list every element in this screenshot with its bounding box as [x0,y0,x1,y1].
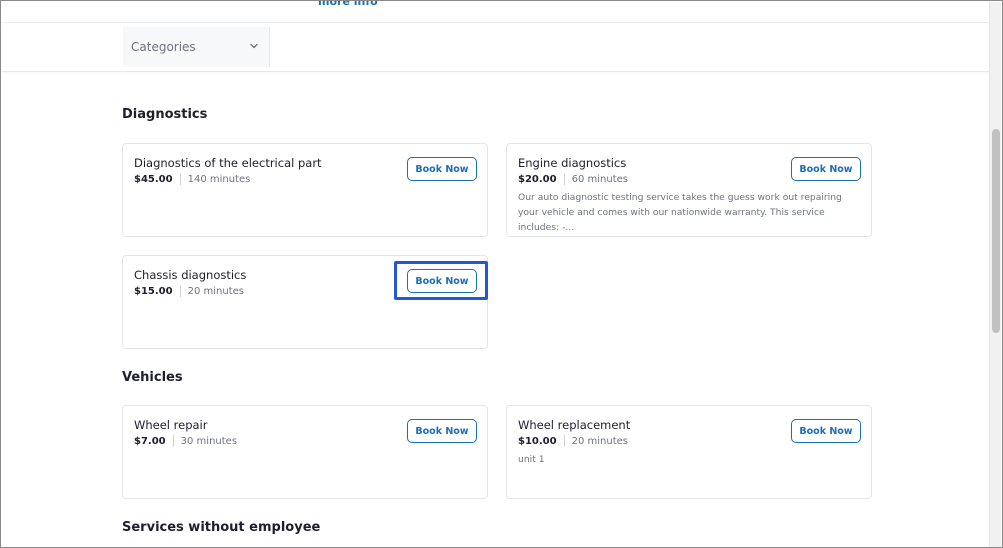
chevron-down-icon [247,39,261,53]
section-title-services-without-employee: Services without employee [122,520,321,535]
service-card: Wheel replacement $10.00 20 minutes unit… [506,405,872,499]
divider [172,435,174,447]
service-card: Engine diagnostics $20.00 60 minutes Our… [506,143,872,237]
service-duration: 30 minutes [180,435,238,447]
more-info-link[interactable]: more info [318,1,378,8]
service-title: Wheel repair [134,418,208,432]
section-title-diagnostics: Diagnostics [122,107,208,122]
service-meta: $7.00 30 minutes [134,435,237,447]
service-card: Chassis diagnostics $15.00 20 minutes Bo… [122,255,488,349]
book-now-button[interactable]: Book Now [791,157,861,181]
service-price: $7.00 [134,435,166,447]
service-title: Wheel replacement [518,418,631,432]
service-card: Wheel repair $7.00 30 minutes Book Now [122,405,488,499]
service-price: $10.00 [518,435,557,447]
service-description: unit 1 [518,454,545,465]
categories-label: Categories [131,40,196,54]
divider [563,435,565,447]
service-price: $20.00 [518,173,557,185]
book-now-button[interactable]: Book Now [407,269,477,293]
book-now-button[interactable]: Book Now [791,419,861,443]
service-description: Our auto diagnostic testing service take… [518,192,842,233]
divider [179,173,181,185]
vertical-scrollbar[interactable] [989,2,1001,547]
top-info-strip: more info [2,1,990,23]
divider [179,285,181,297]
service-meta: $15.00 20 minutes [134,285,244,297]
service-duration: 60 minutes [571,173,628,185]
service-meta: $10.00 20 minutes [518,435,628,447]
book-now-button[interactable]: Book Now [407,419,477,443]
service-duration: 140 minutes [187,173,251,185]
service-price: $45.00 [134,173,173,185]
service-title: Diagnostics of the electrical part [134,156,322,170]
book-now-button[interactable]: Book Now [407,157,477,181]
section-title-vehicles: Vehicles [122,370,183,385]
service-title: Engine diagnostics [518,156,627,170]
service-title: Chassis diagnostics [134,268,247,282]
filter-bar: Categories [2,23,990,72]
service-card: Diagnostics of the electrical part $45.0… [122,143,488,237]
service-meta: $45.00 140 minutes [134,173,250,185]
categories-dropdown[interactable]: Categories [123,27,270,67]
service-price: $15.00 [134,285,173,297]
service-meta: $20.00 60 minutes [518,173,628,185]
service-duration: 20 minutes [187,285,244,297]
booking-page: more info Categories Diagnostics Diagnos… [0,0,1003,548]
divider [563,173,565,185]
service-duration: 20 minutes [571,435,628,447]
scrollbar-thumb[interactable] [992,129,1000,333]
